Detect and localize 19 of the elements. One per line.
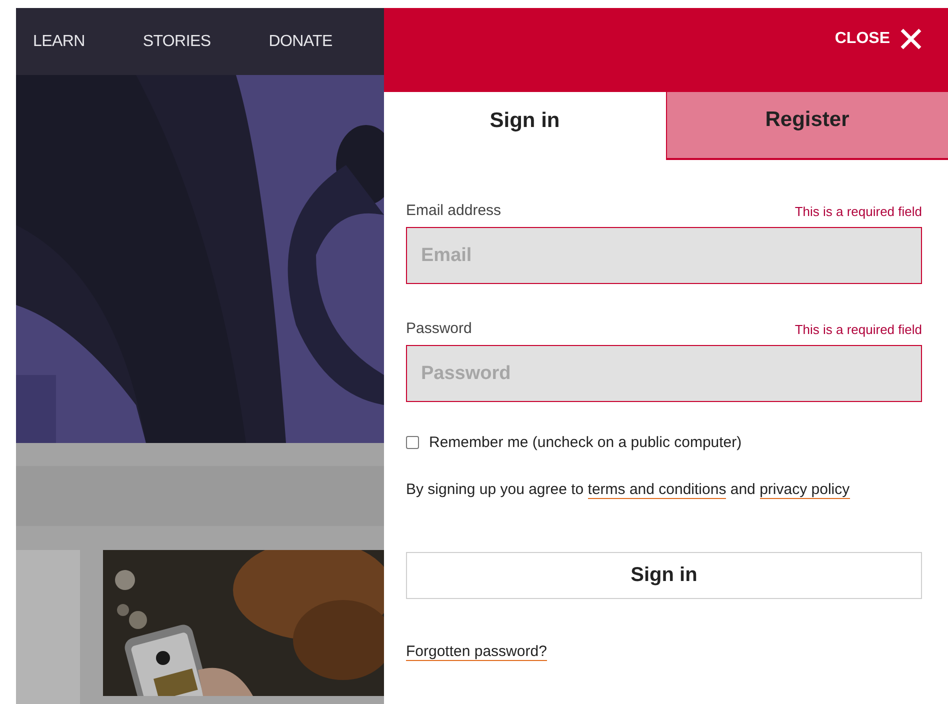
nav-link[interactable]: LEARN bbox=[33, 32, 85, 50]
terms-link[interactable]: terms and conditions bbox=[588, 481, 726, 499]
forgot-password-link[interactable]: Forgotten password? bbox=[406, 643, 547, 661]
nav-link[interactable]: DONATE bbox=[268, 32, 332, 50]
input-field[interactable]: Email bbox=[406, 227, 922, 284]
checkbox[interactable] bbox=[406, 436, 419, 449]
error-message: This is a required field bbox=[794, 322, 922, 337]
privacy-link[interactable]: privacy policy bbox=[760, 481, 850, 499]
field-label: Email address bbox=[406, 202, 502, 219]
nav-link[interactable]: STORIES bbox=[142, 32, 211, 50]
close-button[interactable]: CLOSE bbox=[834, 28, 922, 50]
close-icon bbox=[900, 28, 922, 50]
checkbox-label: Remember me (uncheck on a public computer) bbox=[429, 434, 742, 451]
sign-in-button[interactable]: Sign in bbox=[406, 552, 922, 599]
tab[interactable]: Register bbox=[666, 92, 948, 160]
field-label: Password bbox=[406, 320, 472, 337]
input-field[interactable]: Password bbox=[406, 345, 922, 402]
agreement-text: By signing up you agree to terms and conditions and privacy policy bbox=[406, 480, 851, 501]
error-message: This is a required field bbox=[794, 204, 922, 219]
